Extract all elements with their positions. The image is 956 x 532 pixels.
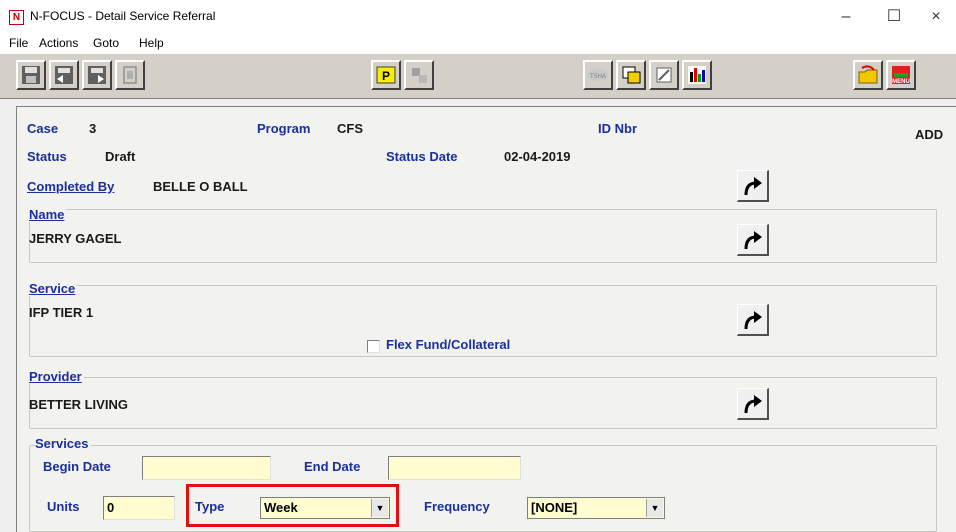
p-icon: P (376, 66, 396, 84)
completed-by-goto-button[interactable] (737, 170, 769, 202)
name-goto-button[interactable] (737, 224, 769, 256)
program-label: Program (257, 121, 311, 136)
windows-icon (622, 66, 641, 84)
edit-icon (656, 67, 672, 83)
chart-button[interactable] (682, 60, 712, 90)
previous-record-button[interactable] (49, 60, 79, 90)
name-value: JERRY GAGEL (29, 231, 122, 246)
case-label: Case (27, 121, 59, 136)
services-label: Services (35, 436, 91, 451)
toolbar: P TSHA MENU (0, 54, 956, 99)
curved-arrow-icon (744, 231, 762, 250)
service-goto-button[interactable] (737, 304, 769, 336)
status-date-label: Status Date (386, 149, 458, 164)
maximize-button[interactable]: ☐ (874, 6, 914, 28)
name-group (29, 209, 937, 263)
document-icon (123, 66, 137, 84)
svg-text:P: P (382, 69, 390, 83)
folder-icon (858, 65, 878, 84)
status-label: Status (27, 149, 67, 164)
minimize-button[interactable]: – (826, 6, 866, 28)
flex-fund-checkbox[interactable] (367, 340, 380, 353)
menu-bar: File Actions Goto Help (0, 34, 956, 54)
main-menu-button[interactable]: MENU (886, 60, 916, 90)
end-date-label: End Date (304, 459, 361, 474)
curved-arrow-icon (744, 311, 762, 330)
units-label: Units (47, 499, 80, 514)
case-value: 3 (89, 121, 97, 136)
frequency-select-value: [NONE] (531, 500, 578, 515)
svg-text:TSHA: TSHA (590, 74, 606, 80)
tools-button[interactable] (404, 60, 434, 90)
save-icon (22, 66, 40, 84)
provider-goto-button[interactable] (737, 388, 769, 420)
frequency-label: Frequency (424, 499, 490, 514)
begin-date-input[interactable] (142, 456, 271, 480)
menu-icon: MENU (892, 66, 910, 85)
next-record-button[interactable] (82, 60, 112, 90)
menu-goto[interactable]: Goto (93, 36, 119, 50)
chevron-down-icon[interactable]: ▼ (646, 499, 663, 517)
mode-indicator: ADD (915, 127, 944, 142)
open-folder-button[interactable] (853, 60, 883, 90)
edit-button[interactable] (649, 60, 679, 90)
id-nbr-label: ID Nbr (598, 121, 637, 136)
curved-arrow-icon (744, 395, 762, 414)
menu-help[interactable]: Help (139, 36, 164, 50)
window-title: N-FOCUS - Detail Service Referral (30, 9, 216, 23)
curved-arrow-icon (744, 177, 762, 196)
completed-by-value: BELLE O BALL (153, 179, 248, 194)
status-value: Draft (105, 149, 136, 164)
title-bar: N N-FOCUS - Detail Service Referral – ☐ … (0, 0, 956, 34)
type-highlight-box (186, 484, 399, 527)
previous-record-icon (55, 66, 73, 84)
frequency-select[interactable]: [NONE] ▼ (527, 497, 665, 519)
detail-form: Case 3 Program CFS ID Nbr ADD Status Dra… (16, 106, 956, 532)
service-value: IFP TIER 1 (29, 305, 94, 320)
bar-chart-icon (688, 66, 706, 84)
menu-file[interactable]: File (9, 36, 28, 50)
provider-link[interactable]: Provider (29, 369, 84, 384)
begin-date-label: Begin Date (43, 459, 111, 474)
completed-by-link[interactable]: Completed By (27, 179, 114, 194)
service-link[interactable]: Service (29, 281, 78, 296)
close-button[interactable]: × (916, 6, 956, 28)
end-date-input[interactable] (388, 456, 521, 480)
tsha-button[interactable]: TSHA (583, 60, 613, 90)
save-button[interactable] (16, 60, 46, 90)
tools-icon (412, 68, 427, 83)
program-value: CFS (337, 121, 363, 136)
next-record-icon (88, 66, 106, 84)
tsha-icon: TSHA (588, 69, 608, 81)
windows-button[interactable] (616, 60, 646, 90)
status-date-value: 02-04-2019 (504, 149, 571, 164)
provider-group (29, 377, 937, 429)
units-input[interactable]: 0 (103, 496, 175, 520)
name-link[interactable]: Name (29, 207, 67, 222)
menu-actions[interactable]: Actions (39, 36, 78, 50)
app-icon: N (9, 10, 24, 25)
provider-value: BETTER LIVING (29, 397, 128, 412)
flex-fund-label: Flex Fund/Collateral (386, 337, 511, 352)
svg-text:MENU: MENU (892, 79, 910, 85)
document-button[interactable] (115, 60, 145, 90)
p-button[interactable]: P (371, 60, 401, 90)
